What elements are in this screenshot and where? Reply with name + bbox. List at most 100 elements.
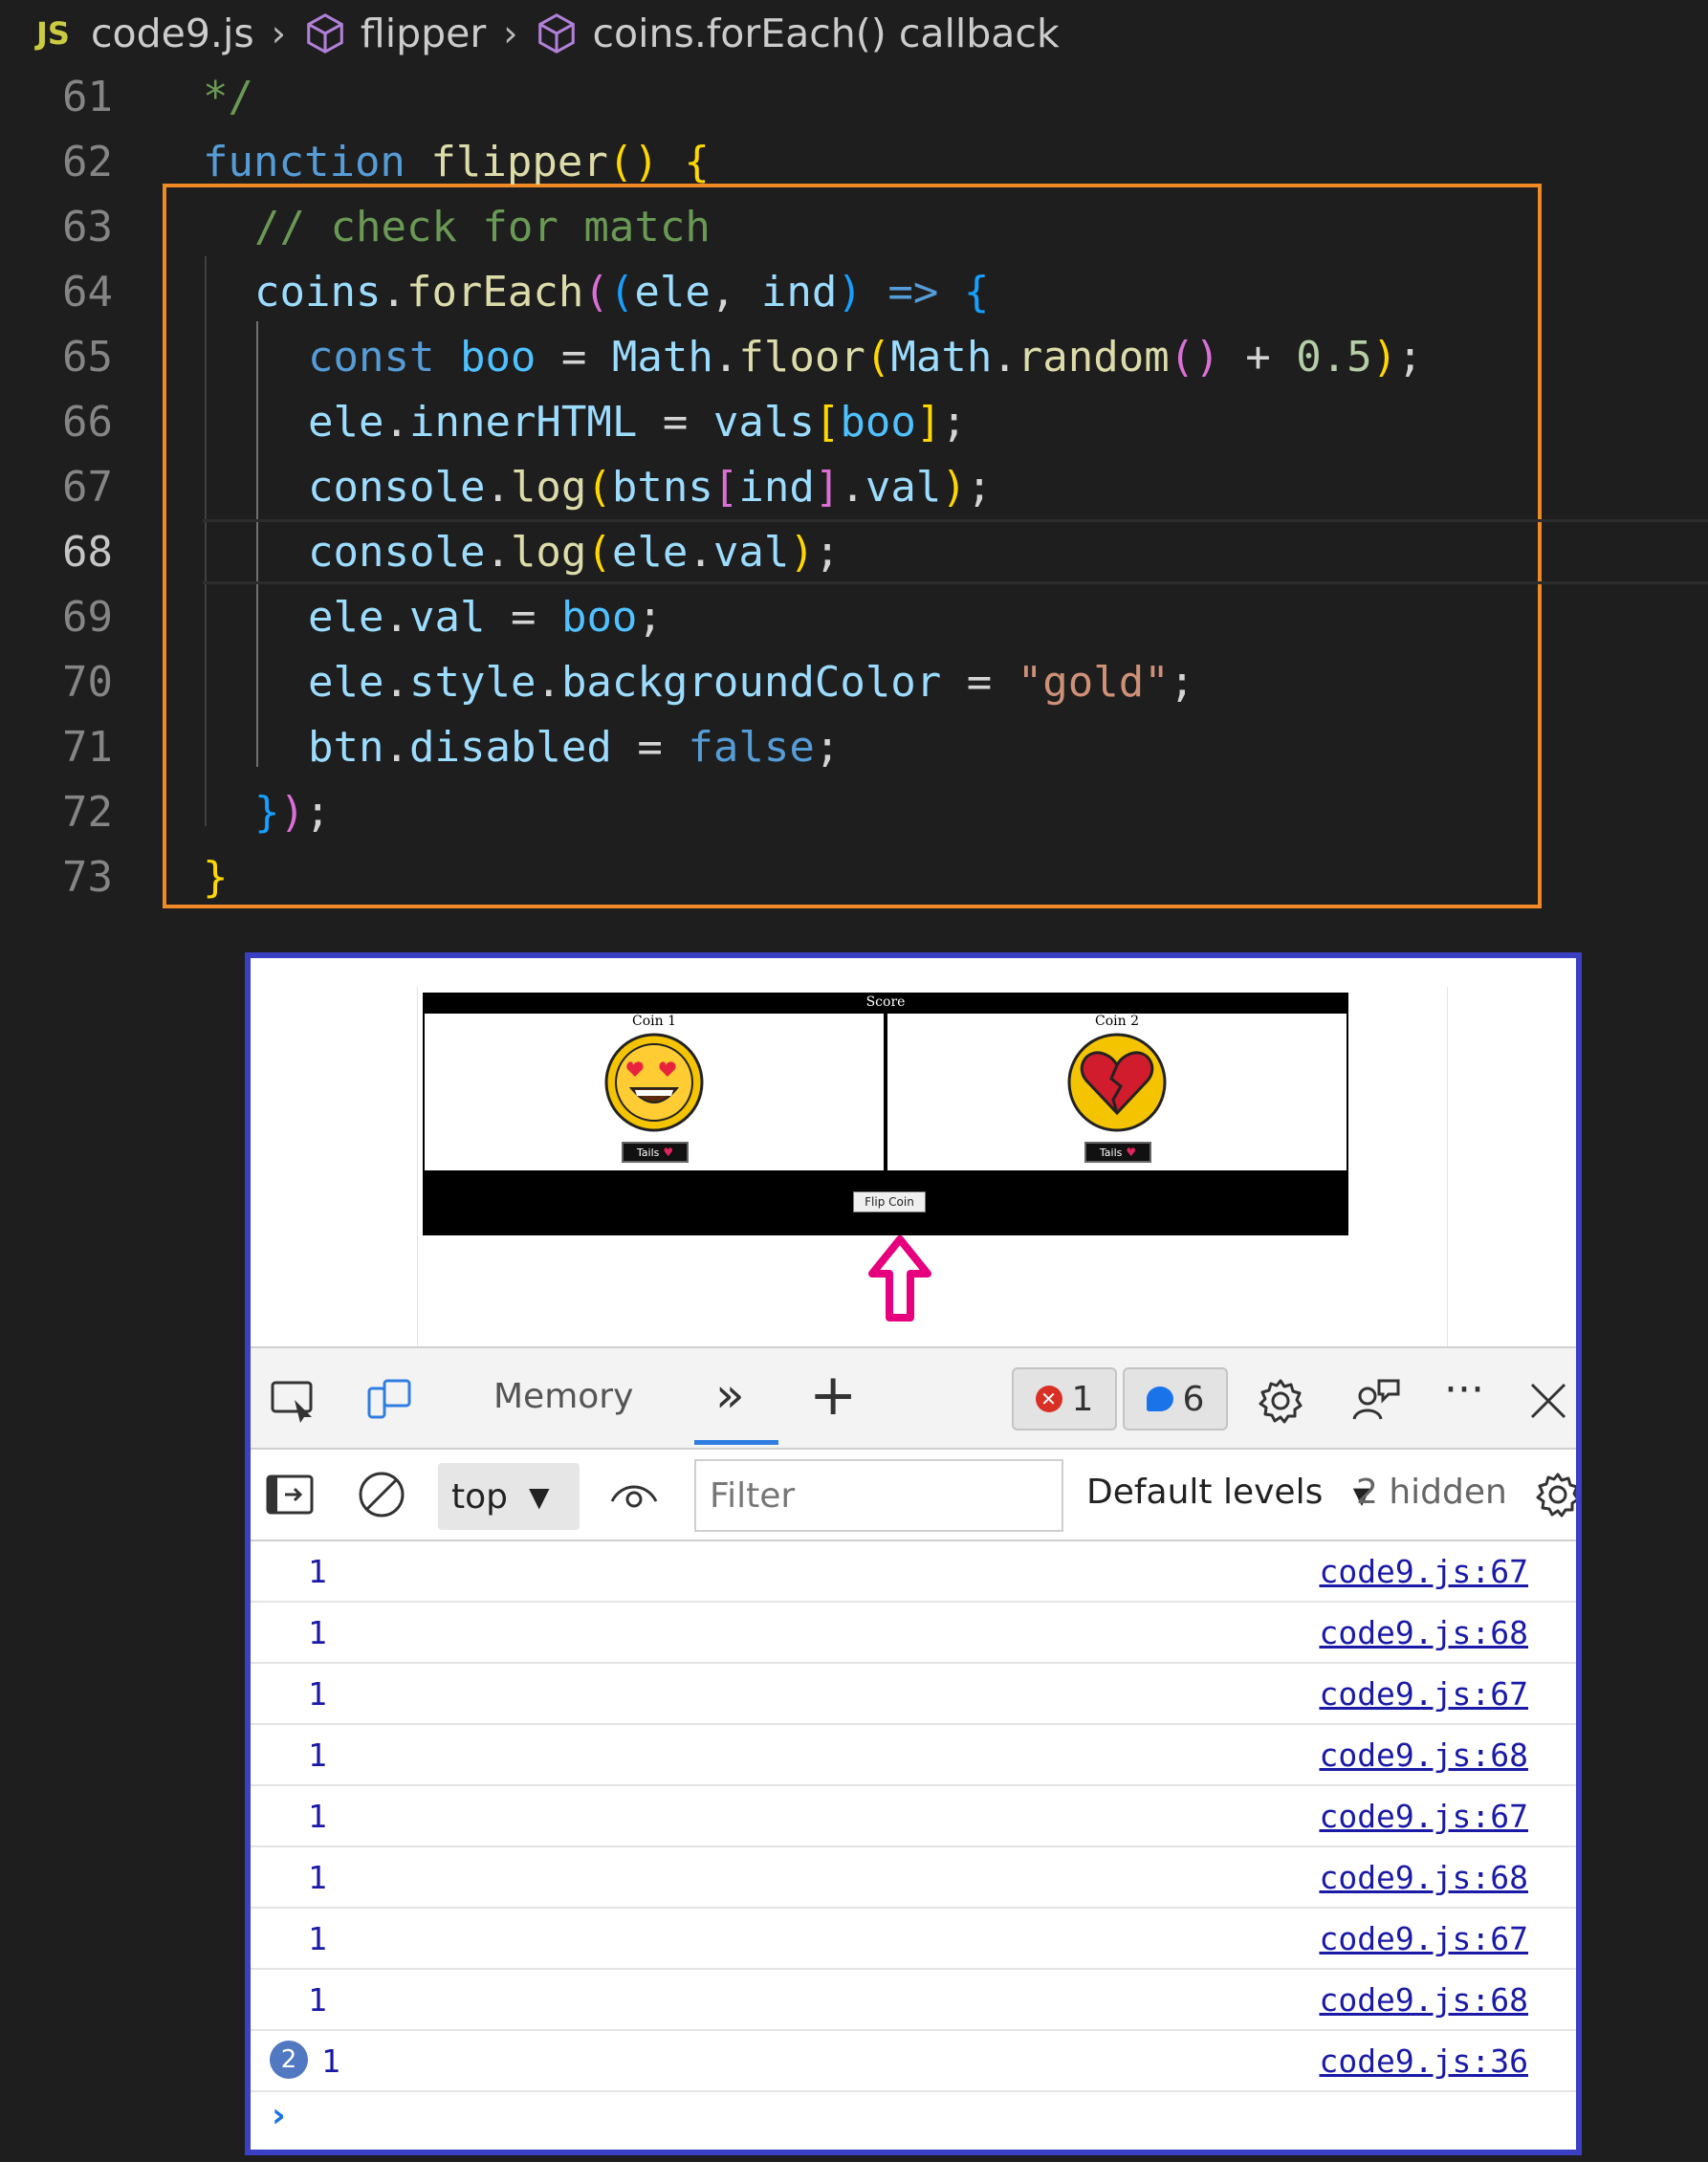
log-value: 1 [308, 1859, 327, 1896]
message-icon [1146, 1387, 1173, 1411]
log-source-link[interactable]: code9.js:36 [1319, 2042, 1528, 2080]
coin-1-button-label: Tails [636, 1146, 660, 1159]
add-tab-icon[interactable]: + [809, 1362, 857, 1429]
breadcrumb-symbol-callback[interactable]: coins.forEach() callback [535, 11, 1060, 56]
device-emulation-icon[interactable] [363, 1375, 415, 1427]
console-prompt[interactable]: › [251, 2092, 1576, 2150]
error-count-badge[interactable]: ✕ 1 [1012, 1367, 1117, 1430]
line-number: 65 [62, 333, 113, 382]
code-line: 63 // check for match [0, 195, 1708, 260]
line-content: console.log(ele.val); [308, 528, 841, 577]
log-row: 1 code9.js:67 [251, 1786, 1576, 1847]
flip-coin-button[interactable]: Flip Coin [853, 1191, 926, 1212]
message-count-badge[interactable]: 6 [1123, 1367, 1228, 1430]
line-number: 73 [62, 853, 113, 902]
log-source-link[interactable]: code9.js:67 [1319, 1798, 1528, 1835]
log-value: 1 [308, 1675, 327, 1713]
line-content: } [203, 853, 229, 902]
line-content: const boo = Math.floor(Math.random() + 0… [308, 333, 1423, 382]
log-source-link[interactable]: code9.js:68 [1319, 1981, 1528, 2019]
line-number: 69 [62, 593, 113, 642]
line-content: coins.forEach((ele, ind) => { [254, 268, 990, 317]
log-value: 1 [308, 1614, 327, 1651]
error-count: 1 [1071, 1379, 1094, 1419]
code-line: 73 } [0, 845, 1708, 910]
tab-memory[interactable]: Memory [493, 1377, 633, 1416]
log-levels-dropdown[interactable]: Default levels ▼ [1086, 1473, 1370, 1512]
feedback-icon[interactable] [1350, 1375, 1402, 1427]
context-value: top [451, 1476, 508, 1517]
log-row: 1 code9.js:68 [251, 1603, 1576, 1664]
web-page: Score Coin 1 Tails ♥ Coin 2 Tails ♥ Flip… [251, 958, 1576, 1350]
inspect-element-icon[interactable] [268, 1375, 319, 1427]
heart-icon: ♥ [1126, 1146, 1137, 1159]
code-line: 61 */ [0, 65, 1708, 130]
breadcrumb-symbol2-label: coins.forEach() callback [592, 11, 1060, 56]
line-number: 62 [62, 138, 113, 186]
breadcrumb: JS code9.js › flipper › coins.forEach() … [0, 0, 1708, 67]
cube-icon [307, 13, 343, 54]
more-tabs-icon[interactable]: » [715, 1367, 745, 1423]
line-number: 67 [62, 463, 113, 512]
close-icon[interactable] [1522, 1375, 1574, 1427]
line-content: // check for match [254, 203, 711, 251]
log-source-link[interactable]: code9.js:68 [1319, 1614, 1528, 1651]
breadcrumb-file[interactable]: code9.js [91, 11, 254, 56]
log-row: 1 code9.js:67 [251, 1541, 1576, 1603]
error-icon: ✕ [1035, 1386, 1062, 1412]
more-options-icon[interactable]: ··· [1444, 1365, 1484, 1414]
context-selector[interactable]: top ▼ [438, 1463, 580, 1530]
code-line: 66 ele.innerHTML = vals[boo]; [0, 390, 1708, 455]
console-settings-gear-icon[interactable] [1532, 1469, 1582, 1520]
log-value: 1 [308, 1981, 327, 2019]
log-row: 1 code9.js:67 [251, 1664, 1576, 1725]
caret-down-icon: ▼ [529, 1480, 550, 1513]
chevron-right-icon: › [271, 12, 286, 55]
code-line: 71 btn.disabled = false; [0, 715, 1708, 780]
breadcrumb-symbol1-label: flipper [360, 11, 487, 56]
code-line: 67 console.log(btns[ind].val); [0, 455, 1708, 520]
console-log: 1 code9.js:67 1 code9.js:68 1 code9.js:6… [251, 1541, 1576, 2150]
message-count: 6 [1182, 1379, 1205, 1419]
browser-devtools-panel: Score Coin 1 Tails ♥ Coin 2 Tails ♥ Flip… [245, 952, 1582, 2155]
chevron-right-icon: › [503, 12, 518, 55]
heart-eyes-emoji-icon [604, 1033, 704, 1132]
heart-icon: ♥ [663, 1146, 674, 1159]
log-value: 1 [308, 1920, 327, 1957]
cube-icon [538, 13, 576, 54]
line-content: console.log(btns[ind].val); [308, 463, 993, 512]
coin-2-button[interactable]: Tails ♥ [1084, 1142, 1151, 1163]
code-line: 69 ele.val = boo; [0, 585, 1708, 650]
log-source-link[interactable]: code9.js:67 [1319, 1553, 1528, 1590]
line-number: 68 [62, 528, 113, 577]
gear-icon[interactable] [1255, 1375, 1306, 1427]
line-number: 71 [62, 723, 113, 772]
code-line: 70 ele.style.backgroundColor = "gold"; [0, 650, 1708, 715]
log-source-link[interactable]: code9.js:68 [1319, 1736, 1528, 1774]
breadcrumb-symbol-flipper[interactable]: flipper [303, 11, 486, 56]
prompt-chevron-icon: › [272, 2096, 286, 2135]
line-content: btn.disabled = false; [308, 723, 841, 772]
log-source-link[interactable]: code9.js:67 [1319, 1920, 1528, 1957]
log-source-link[interactable]: code9.js:67 [1319, 1675, 1528, 1713]
live-expression-eye-icon[interactable] [608, 1469, 660, 1520]
code-line: 64 coins.forEach((ele, ind) => { [0, 260, 1708, 325]
log-levels-label: Default levels [1086, 1473, 1324, 1512]
log-value: 1 [308, 1798, 327, 1835]
console-toolbar: top ▼ Filter Default levels ▼ 2 hidden [251, 1450, 1576, 1541]
log-row: 1 code9.js:67 [251, 1909, 1576, 1970]
line-content: ele.innerHTML = vals[boo]; [308, 398, 967, 447]
log-source-link[interactable]: code9.js:68 [1319, 1859, 1528, 1896]
show-sidebar-icon[interactable] [264, 1469, 316, 1520]
score-title: Score [865, 994, 906, 1010]
line-content: ele.val = boo; [308, 593, 663, 642]
coin-1-button[interactable]: Tails ♥ [622, 1142, 689, 1163]
filter-input[interactable]: Filter [694, 1459, 1063, 1532]
coin-game: Score Coin 1 Tails ♥ Coin 2 Tails ♥ Flip… [423, 993, 1348, 1235]
line-number: 70 [62, 658, 113, 707]
line-content: */ [203, 73, 253, 121]
code-line: 72 }); [0, 780, 1708, 845]
hidden-count: 2 hidden [1356, 1473, 1507, 1512]
clear-console-icon[interactable] [356, 1469, 407, 1520]
line-number: 72 [62, 788, 113, 837]
